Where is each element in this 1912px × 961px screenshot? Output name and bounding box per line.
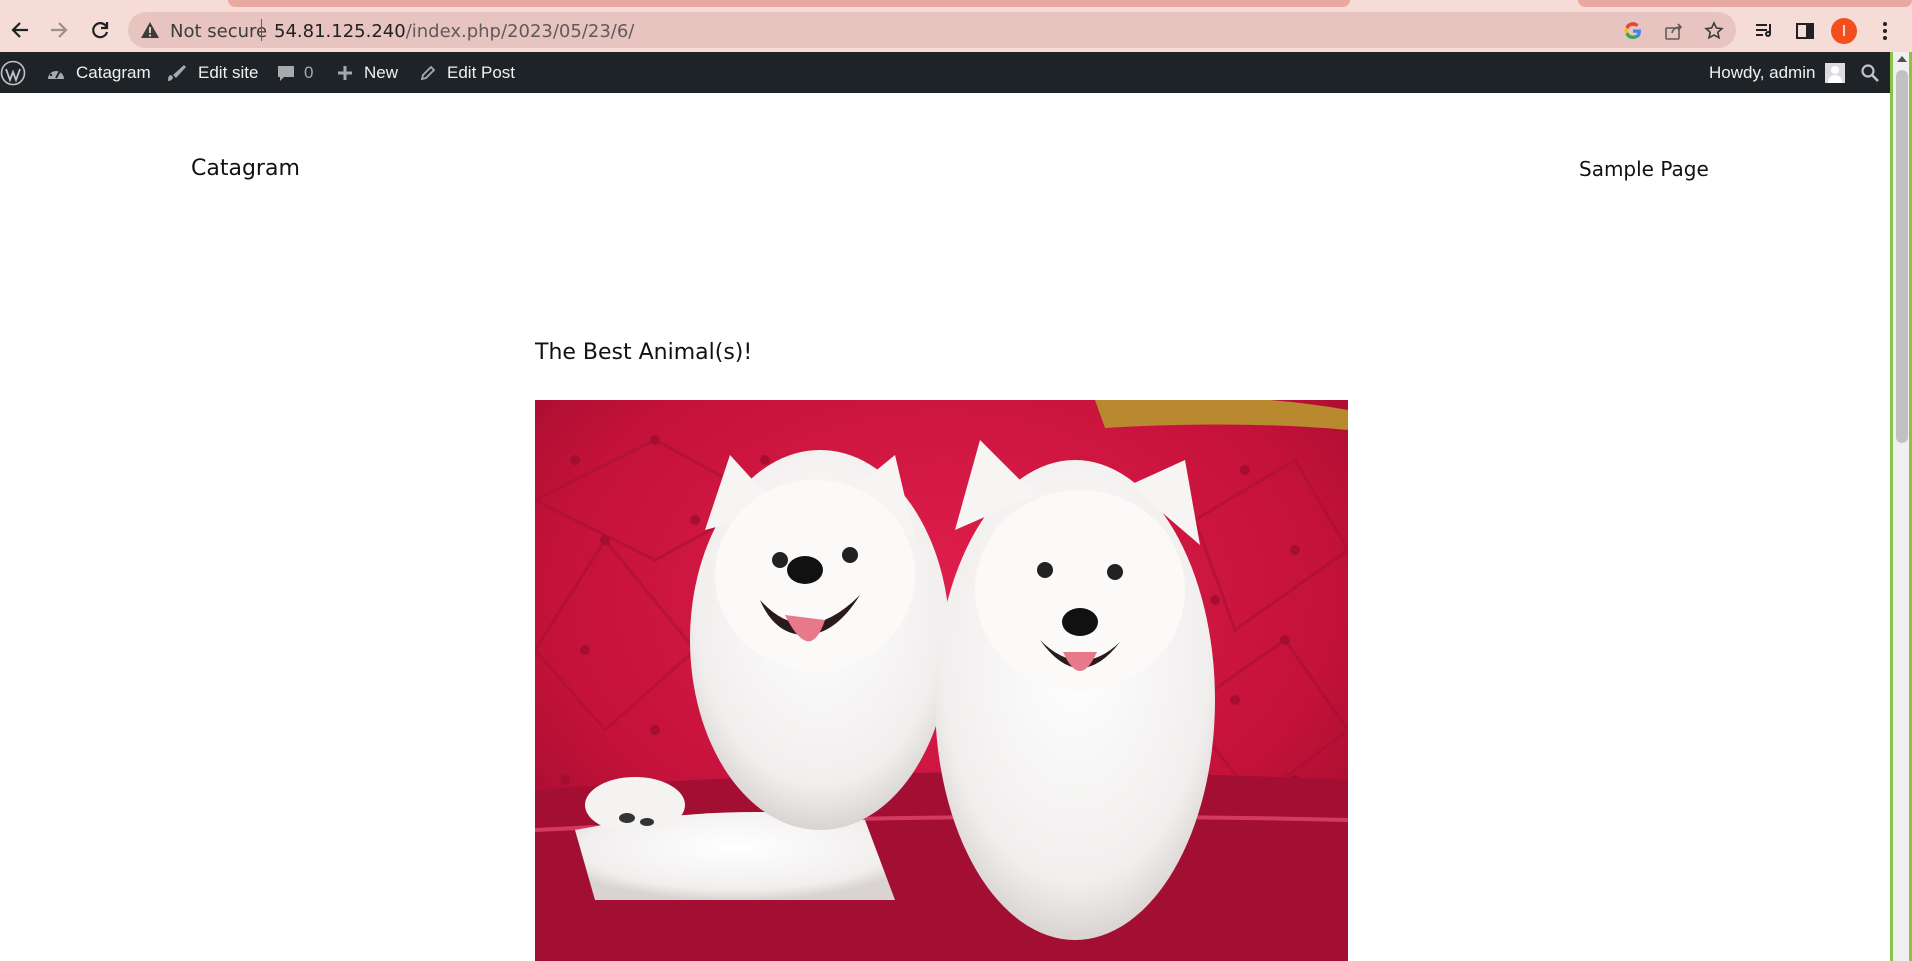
comments-link[interactable]: 0 bbox=[276, 52, 313, 93]
pencil-icon bbox=[419, 64, 437, 82]
edit-post-link[interactable]: Edit Post bbox=[419, 52, 515, 93]
forward-button[interactable] bbox=[43, 14, 75, 46]
scrollbar-track[interactable] bbox=[1893, 52, 1909, 961]
admin-site-name[interactable]: Catagram bbox=[46, 52, 151, 93]
brush-icon bbox=[166, 63, 188, 83]
forward-arrow-icon bbox=[51, 22, 68, 38]
warning-icon[interactable] bbox=[140, 20, 160, 40]
security-label[interactable]: Not secure bbox=[170, 21, 267, 42]
scrollbar-thumb[interactable] bbox=[1896, 70, 1908, 443]
back-arrow-icon bbox=[11, 22, 28, 38]
dogs-on-sofa-photo bbox=[535, 400, 1348, 961]
tab-strip bbox=[0, 0, 1912, 8]
side-panel-icon[interactable] bbox=[1793, 19, 1817, 43]
wp-admin-bar: Catagram Edit site 0 New Edit Post Howdy… bbox=[0, 52, 1890, 93]
url-text[interactable]: 54.81.125.240/index.php/2023/05/23/6/ bbox=[274, 21, 634, 42]
wordpress-logo-icon bbox=[0, 60, 26, 85]
comment-bubble-icon bbox=[276, 63, 296, 83]
my-account-menu[interactable]: Howdy, admin bbox=[1709, 52, 1846, 93]
profile-avatar[interactable]: I bbox=[1831, 18, 1857, 44]
reload-icon bbox=[92, 22, 109, 39]
share-icon[interactable] bbox=[1663, 20, 1685, 42]
page-scrollbar[interactable] bbox=[1890, 52, 1912, 961]
reload-button[interactable] bbox=[84, 14, 116, 46]
admin-site-name-label: Catagram bbox=[76, 62, 151, 82]
dashboard-icon bbox=[46, 64, 66, 82]
back-button[interactable] bbox=[4, 14, 36, 46]
active-tab[interactable] bbox=[228, 0, 1350, 7]
media-control-icon[interactable] bbox=[1752, 19, 1776, 43]
edit-site-label: Edit site bbox=[198, 62, 259, 82]
wp-logo-menu[interactable] bbox=[0, 52, 26, 93]
url-path: /index.php/2023/05/23/6/ bbox=[405, 21, 635, 42]
search-icon bbox=[1861, 63, 1879, 82]
edit-post-label: Edit Post bbox=[447, 62, 516, 82]
comments-count: 0 bbox=[304, 62, 314, 82]
omnibox-separator bbox=[261, 19, 262, 41]
google-icon[interactable] bbox=[1622, 20, 1644, 42]
kebab-menu-icon[interactable] bbox=[1873, 19, 1897, 43]
admin-search-button[interactable] bbox=[1860, 52, 1880, 93]
scroll-up-arrow-icon[interactable] bbox=[1897, 56, 1907, 62]
edit-site-link[interactable]: Edit site bbox=[166, 52, 258, 93]
inactive-tab[interactable] bbox=[1578, 0, 1912, 7]
bookmark-star-icon[interactable] bbox=[1703, 20, 1725, 42]
new-content-menu[interactable]: New bbox=[336, 52, 398, 93]
browser-toolbar: Not secure 54.81.125.240/index.php/2023/… bbox=[0, 8, 1912, 52]
url-host: 54.81.125.240 bbox=[274, 21, 406, 42]
greeting-label: Howdy, admin bbox=[1709, 62, 1816, 82]
plus-icon bbox=[336, 64, 354, 82]
address-bar[interactable]: Not secure 54.81.125.240/index.php/2023/… bbox=[128, 12, 1736, 48]
admin-avatar bbox=[1825, 62, 1846, 83]
featured-image bbox=[535, 400, 1348, 961]
nav-link-sample-page[interactable]: Sample Page bbox=[1579, 157, 1709, 181]
post-title: The Best Animal(s)! bbox=[535, 340, 753, 365]
site-title[interactable]: Catagram bbox=[191, 156, 300, 181]
new-label: New bbox=[364, 62, 399, 82]
